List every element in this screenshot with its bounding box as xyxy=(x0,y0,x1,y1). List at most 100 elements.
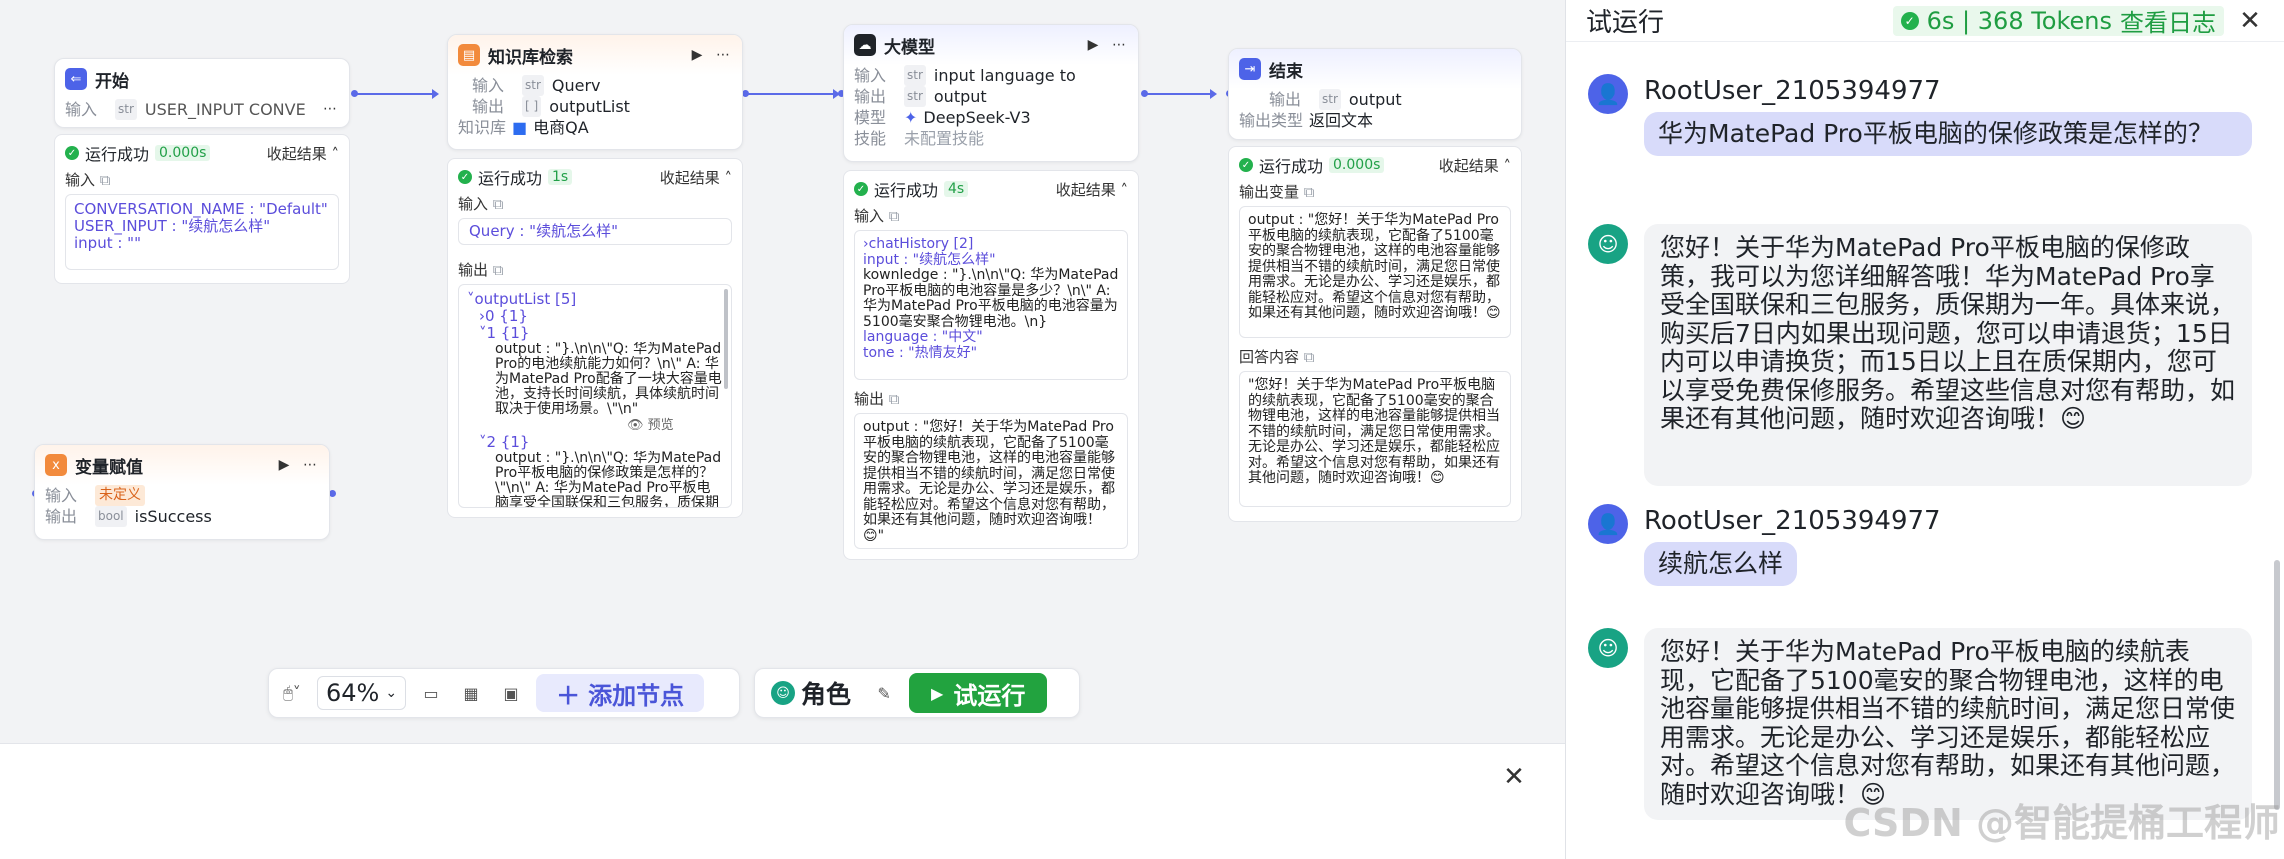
list-item[interactable]: ˅2 {1} xyxy=(467,434,723,451)
var-tag-icon: str xyxy=(115,99,137,120)
input-fields: USER_INPUT CONVE xyxy=(144,100,306,119)
panel-scrollbar[interactable] xyxy=(724,289,728,389)
collapse-results-button[interactable]: 收起结果 ˄ xyxy=(1439,155,1511,176)
play-icon: ▶ xyxy=(931,683,944,703)
workflow-canvas[interactable]: ⇐ 开始 输入 str USER_INPUT CONVE ⋯ ✓ 运行成功 0.… xyxy=(0,0,1565,859)
add-node-button[interactable]: ＋添加节点 xyxy=(536,674,705,712)
output-box[interactable]: ˅outputList [5] ›0 {1} ˅1 {1} output : "… xyxy=(458,284,732,508)
item-output-text: output : "}.\n\n\"Q: 华为MatePad Pro平板电脑的保… xyxy=(467,451,723,508)
success-icon: ✓ xyxy=(1900,11,1919,30)
input-label: 输入 xyxy=(472,76,505,95)
comment-icon[interactable]: ▭ xyxy=(416,678,446,708)
node-variable-assign[interactable]: x 变量赋值 ▶ ⋯ 输入 未定义 输出 bool isSuccess xyxy=(34,444,330,540)
play-icon[interactable]: ▶ xyxy=(275,457,293,473)
user-avatar-icon: 👤 xyxy=(1588,74,1628,114)
list-item[interactable]: ˅1 {1} xyxy=(467,325,723,342)
time-badge: 4s xyxy=(944,181,969,197)
run-stats: ✓ 6s | 368 Tokens 查看日志 xyxy=(1892,3,2224,38)
result-header: ✓ 运行成功 1s 收起结果 ˄ xyxy=(448,159,742,191)
node-header: ⇥ 结束 xyxy=(1229,49,1521,89)
copy-icon[interactable]: ⧉ xyxy=(100,171,111,189)
chat-message-user: 👤 RootUser_2105394977 续航怎么样 xyxy=(1588,504,1941,586)
play-icon[interactable]: ▶ xyxy=(1084,37,1102,53)
play-icon[interactable]: ▶ xyxy=(688,47,706,63)
input-label: 输入 xyxy=(458,195,489,213)
debug-icon[interactable]: ✎ xyxy=(869,678,899,708)
var-tag-icon: str xyxy=(904,86,926,107)
copy-icon[interactable]: ⧉ xyxy=(889,207,900,225)
line: input : "续航怎么样" xyxy=(863,252,1119,269)
test-run-button[interactable]: ▶ 试运行 xyxy=(909,673,1048,713)
node-title: 大模型 xyxy=(884,37,935,58)
pointer-mode-icon[interactable]: 🖱˅ xyxy=(277,678,307,708)
port[interactable] xyxy=(742,90,749,97)
preview-link[interactable]: 👁 预览 xyxy=(467,417,723,434)
node-end[interactable]: ⇥ 结束 输出 str output 输出类型 返回文本 xyxy=(1228,48,1522,140)
knowledge-icon: ▤ xyxy=(458,44,480,66)
section-output-label: 输出 ⧉ xyxy=(448,257,742,282)
model-icon: ✦ xyxy=(904,108,918,127)
more-icon[interactable]: ⋯ xyxy=(321,99,339,120)
copy-icon[interactable]: ⧉ xyxy=(1304,348,1315,366)
time-badge: 0.000s xyxy=(155,145,211,161)
role-button[interactable]: ☺ 角色 xyxy=(763,675,859,711)
port[interactable] xyxy=(1141,90,1148,97)
result-end: ✓ 运行成功 0.000s 收起结果 ˄ 输出变量 ⧉ output : "您好… xyxy=(1228,146,1522,522)
view-log-link[interactable]: 查看日志 xyxy=(2120,3,2216,38)
bot-avatar-icon: ☺ xyxy=(1588,224,1628,264)
copy-icon[interactable]: ⧉ xyxy=(493,261,504,279)
collapse-results-button[interactable]: 收起结果 ˄ xyxy=(660,167,732,188)
line: input : "" xyxy=(74,234,141,252)
node-output-row: 输出 bool isSuccess xyxy=(35,506,329,527)
success-icon: ✓ xyxy=(1239,158,1253,172)
success-icon: ✓ xyxy=(458,170,472,184)
test-run-header: 试运行 ✓ 6s | 368 Tokens 查看日志 ✕ xyxy=(1566,0,2284,42)
canvas-toolbar: 🖱˅ 64% ⌄ ▭ ▦ ▣ ＋添加节点 xyxy=(268,668,740,718)
output-label: 输出 xyxy=(45,507,78,526)
collapse-label: 收起结果 xyxy=(1438,156,1499,175)
more-icon[interactable]: ⋯ xyxy=(714,47,732,63)
kb-icon: ■ xyxy=(512,118,528,137)
collapse-results-button[interactable]: 收起结果 ˄ xyxy=(1056,179,1128,200)
model-value: DeepSeek-V3 xyxy=(923,108,1031,127)
collapse-results-button[interactable]: 收起结果 ˄ xyxy=(267,143,339,164)
list-item[interactable]: ›0 {1} xyxy=(467,308,723,325)
output-var-label: 输出变量 xyxy=(1239,183,1300,201)
output-box[interactable]: output : "您好！关于华为MatePad Pro平板电脑的续航表现，它配… xyxy=(854,413,1128,549)
line: tone : "热情友好" xyxy=(863,345,1119,362)
user-bubble: 华为MatePad Pro平板电脑的保修政策是怎样的？ xyxy=(1644,112,2252,156)
output-value: isSuccess xyxy=(134,507,212,526)
item-output-value: output : "}.\n\n\"Q: 华为MatePad Pro平板电脑的保… xyxy=(495,451,722,508)
collapse-label: 收起结果 xyxy=(266,144,327,163)
time-badge: 1s xyxy=(548,169,573,185)
node-llm[interactable]: ☁ 大模型 ▶ ⋯ 输入 str input language to 输出 str ou… xyxy=(843,24,1139,162)
bottom-panel: ✕ xyxy=(0,743,1565,859)
output-var-box[interactable]: output : "您好！关于华为MatePad Pro平板电脑的续航表现，它配… xyxy=(1239,206,1511,338)
close-icon[interactable]: ✕ xyxy=(1500,762,1528,792)
port[interactable] xyxy=(329,490,336,497)
node-knowledge-search[interactable]: ▤ 知识库检索 ▶ ⋯ 输入 str Querv 输出 [ ] outputList 知… xyxy=(447,34,743,150)
section-input-label: 输入 ⧉ xyxy=(448,191,742,216)
copy-icon[interactable]: ⧉ xyxy=(1304,183,1315,201)
node-start[interactable]: ⇐ 开始 输入 str USER_INPUT CONVE ⋯ xyxy=(54,58,350,128)
copy-icon[interactable]: ⧉ xyxy=(493,195,504,213)
input-box[interactable]: ›chatHistory [2] input : "续航怎么样" kownled… xyxy=(854,230,1128,380)
status-text: 运行成功 xyxy=(478,169,543,188)
more-icon[interactable]: ⋯ xyxy=(301,457,319,473)
close-icon[interactable]: ✕ xyxy=(2236,6,2264,36)
copy-icon[interactable]: ⧉ xyxy=(889,390,900,408)
minimap-icon[interactable]: ▣ xyxy=(496,678,526,708)
skill-value: 未配置技能 xyxy=(904,129,985,148)
more-icon[interactable]: ⋯ xyxy=(1110,37,1128,53)
port[interactable] xyxy=(351,90,358,97)
node-title: 变量赋值 xyxy=(75,457,143,478)
layout-icon[interactable]: ▦ xyxy=(456,678,486,708)
answer-box[interactable]: "您好！关于华为MatePad Pro平板电脑的续航表现，它配备了5100毫安的… xyxy=(1239,371,1511,507)
llm-icon: ☁ xyxy=(854,34,876,56)
list-head[interactable]: ˅outputList [5] xyxy=(467,291,723,308)
input-label: 输入 xyxy=(65,171,96,189)
node-input-row: 输入 str input language to xyxy=(844,65,1138,86)
status-text: 运行成功 xyxy=(874,181,939,200)
zoom-select[interactable]: 64% ⌄ xyxy=(317,676,407,710)
chat-scrollbar[interactable] xyxy=(2274,560,2280,810)
